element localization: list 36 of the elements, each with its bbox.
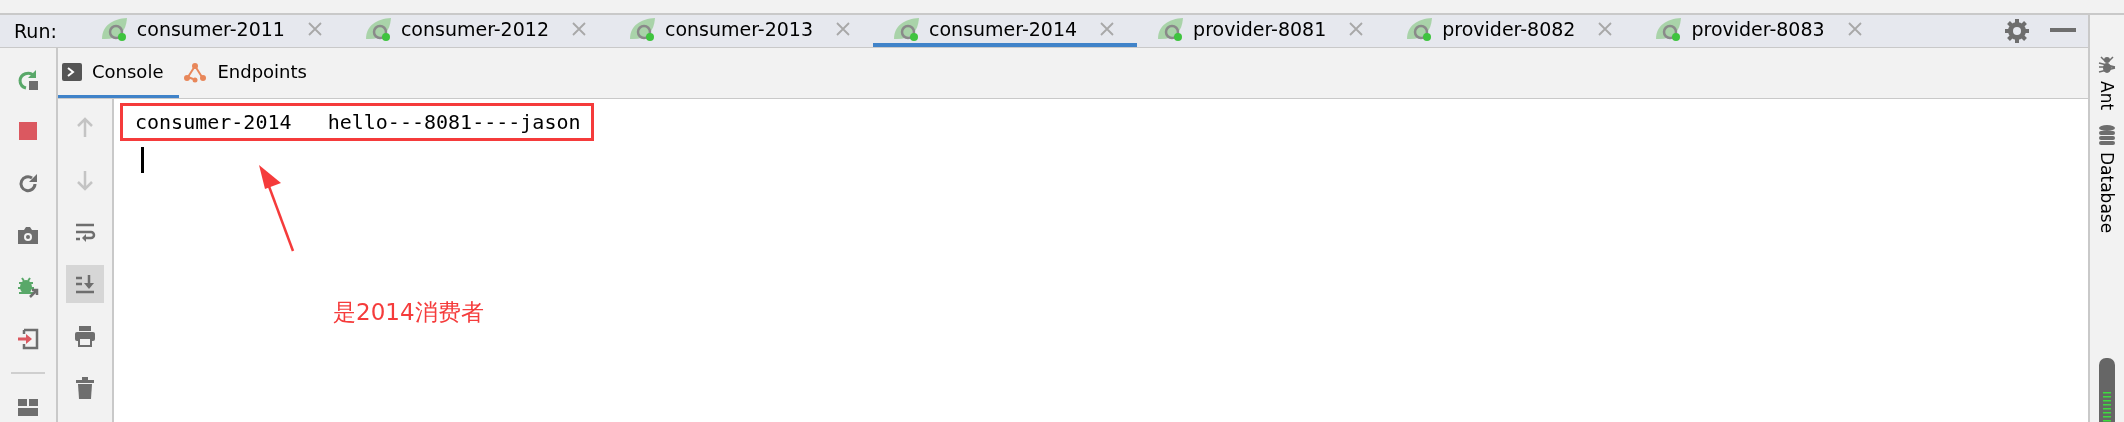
database-icon bbox=[2097, 124, 2117, 147]
close-icon[interactable] bbox=[835, 21, 852, 37]
close-icon[interactable] bbox=[570, 21, 587, 37]
scroll-to-end-icon[interactable] bbox=[73, 272, 97, 296]
close-icon[interactable] bbox=[1348, 21, 1365, 37]
printer-icon[interactable] bbox=[73, 324, 97, 348]
console-line: consumer-2014 hello---8081----jason bbox=[135, 109, 581, 136]
run-tab[interactable]: provider-8082 bbox=[1386, 15, 1636, 47]
console-output[interactable]: consumer-2014 hello---8081----jason 是2014消费者 bbox=[114, 99, 2088, 422]
annotation-text: 是2014消费者 bbox=[333, 298, 484, 327]
endpoints-icon bbox=[183, 60, 208, 83]
arrow-icon bbox=[257, 163, 297, 253]
side-tool-tab[interactable]: Database bbox=[2097, 124, 2117, 234]
side-tool-tab[interactable]: Ant bbox=[2097, 55, 2117, 111]
run-tab[interactable]: provider-8083 bbox=[1635, 15, 1885, 47]
run-tab[interactable]: consumer-2011 bbox=[80, 15, 345, 47]
stop-icon[interactable] bbox=[16, 119, 40, 143]
trash-icon[interactable] bbox=[73, 376, 97, 400]
close-icon[interactable] bbox=[1846, 21, 1863, 37]
run-tab[interactable]: consumer-2014 bbox=[873, 15, 1138, 47]
memory-indicator-icon[interactable] bbox=[2099, 358, 2115, 422]
exit-icon[interactable] bbox=[16, 327, 40, 351]
close-icon[interactable] bbox=[306, 21, 323, 37]
close-icon[interactable] bbox=[1597, 21, 1614, 37]
run-label: Run: bbox=[14, 20, 57, 42]
run-tab[interactable]: provider-8081 bbox=[1137, 15, 1387, 47]
bug-icon[interactable] bbox=[16, 275, 40, 299]
minimize-icon[interactable] bbox=[2050, 28, 2076, 34]
close-icon[interactable] bbox=[1099, 21, 1116, 37]
tool-tab[interactable]: Endpoints bbox=[179, 48, 323, 98]
run-tab[interactable]: consumer-2013 bbox=[608, 15, 874, 47]
console-icon bbox=[62, 62, 82, 81]
ant-icon bbox=[2097, 55, 2117, 75]
run-tab[interactable]: consumer-2012 bbox=[344, 15, 609, 47]
text-cursor bbox=[141, 147, 144, 173]
settings-icon[interactable] bbox=[2004, 18, 2030, 44]
